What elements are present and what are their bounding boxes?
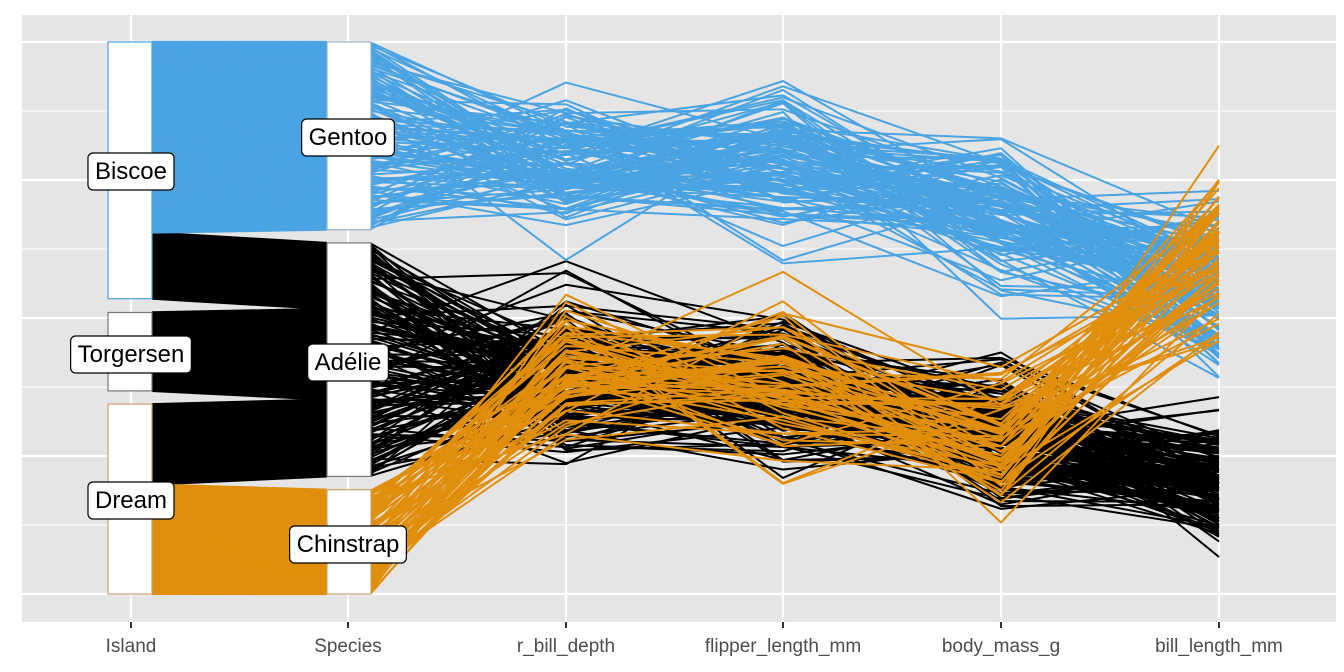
label-island-torgersen: Torgersen xyxy=(70,335,192,374)
label-species-gentoo: Gentoo xyxy=(301,118,395,157)
label-island-torgersen-text: Torgersen xyxy=(78,341,185,368)
label-island-dream-text: Dream xyxy=(95,487,167,514)
x-tick-label-body-mass-g: body_mass_g xyxy=(942,636,1060,657)
label-island-biscoe-text: Biscoe xyxy=(95,158,167,185)
label-species-adelie: Adélie xyxy=(307,343,389,382)
x-tick-label-flipper-length-mm: flipper_length_mm xyxy=(705,636,861,657)
parallel-coordinates-chart: Biscoe Torgersen Dream Gentoo Adélie Chinstra… xyxy=(22,15,1336,657)
label-species-chinstrap-text: Chinstrap xyxy=(297,531,400,558)
x-tick-label-bill-length-mm: bill_length_mm xyxy=(1155,636,1283,657)
x-tick-label-island: Island xyxy=(106,636,157,657)
label-species-adelie-text: Adélie xyxy=(315,349,382,376)
label-island-dream: Dream xyxy=(87,481,175,520)
x-axis-ticks xyxy=(130,622,1220,628)
x-tick-label-species: Species xyxy=(314,636,382,657)
x-tick-label-r-bill-depth: r_bill_depth xyxy=(517,636,615,657)
alluvial-ribbons xyxy=(152,40,327,596)
label-species-chinstrap: Chinstrap xyxy=(289,525,407,564)
ribbon-chinstrap xyxy=(152,591,327,596)
x-axis-labels: Island Species r_bill_depth flipper_leng… xyxy=(106,636,1283,657)
label-species-gentoo-text: Gentoo xyxy=(309,124,388,151)
label-island-biscoe: Biscoe xyxy=(87,152,175,191)
